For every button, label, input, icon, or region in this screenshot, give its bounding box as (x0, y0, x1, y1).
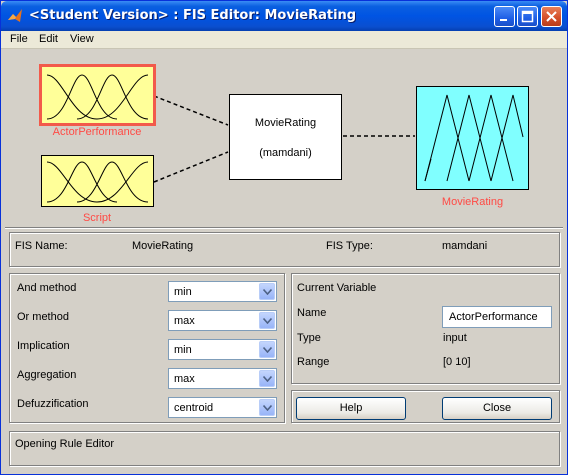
input-actorperformance-box[interactable] (39, 64, 156, 126)
defuzzification-value: centroid (174, 402, 214, 414)
aggregation-select[interactable]: max (168, 368, 277, 389)
divider (5, 227, 563, 229)
fis-system-box[interactable]: MovieRating (mamdani) (229, 94, 342, 180)
or-method-value: max (174, 315, 195, 327)
menu-bar: File Edit View (1, 31, 567, 49)
or-method-label: Or method (17, 311, 69, 323)
fis-info-panel: FIS Name: MovieRating FIS Type: mamdani (9, 232, 560, 267)
aggregation-label: Aggregation (17, 369, 77, 381)
and-method-label: And method (17, 282, 77, 294)
triangular-membership-icon (424, 94, 524, 182)
system-type: (mamdani) (259, 147, 312, 159)
help-button[interactable]: Help (296, 397, 406, 420)
menu-edit[interactable]: Edit (39, 33, 58, 45)
implication-select[interactable]: min (168, 339, 277, 360)
matlab-logo-icon (7, 8, 23, 24)
title-bar[interactable]: <Student Version> : FIS Editor: MovieRat… (1, 1, 567, 31)
defuzzification-label: Defuzzification (17, 398, 89, 410)
status-text: Opening Rule Editor (15, 438, 115, 450)
minimize-button[interactable] (494, 6, 515, 27)
fis-type-label: FIS Type: (326, 240, 373, 252)
maximize-button[interactable] (517, 6, 538, 27)
aggregation-value: max (174, 373, 195, 385)
variable-type-label: Type (297, 332, 321, 344)
input-label-script: Script (82, 212, 112, 224)
menu-view[interactable]: View (70, 33, 94, 45)
chevron-down-icon[interactable] (259, 341, 275, 358)
chevron-down-icon[interactable] (259, 399, 275, 416)
membership-curves-icon (46, 74, 149, 120)
variable-name-field[interactable] (442, 306, 552, 328)
or-method-select[interactable]: max (168, 310, 277, 331)
window-title: <Student Version> : FIS Editor: MovieRat… (29, 8, 357, 23)
fis-name-label: FIS Name: (15, 240, 68, 252)
input-label-actorperformance: ActorPerformance (52, 126, 142, 138)
implication-label: Implication (17, 340, 70, 352)
chevron-down-icon[interactable] (259, 283, 275, 300)
and-method-select[interactable]: min (168, 281, 277, 302)
fis-name-value: MovieRating (132, 240, 194, 252)
variable-name-label: Name (297, 307, 327, 319)
status-panel: Opening Rule Editor (9, 431, 560, 466)
chevron-down-icon[interactable] (259, 312, 275, 329)
menu-file[interactable]: File (10, 33, 28, 45)
fis-type-value: mamdani (442, 240, 488, 252)
implication-value: min (174, 344, 192, 356)
fis-diagram: ActorPerformance Script MovieRating (mam… (2, 50, 566, 227)
variable-name-input[interactable] (443, 307, 551, 327)
input-script-box[interactable] (41, 155, 154, 207)
current-variable-title: Current Variable (297, 282, 377, 294)
fis-editor-window: <Student Version> : FIS Editor: MovieRat… (0, 0, 568, 475)
output-label-movierating: MovieRating (441, 196, 504, 208)
close-window-button[interactable] (541, 6, 562, 27)
chevron-down-icon[interactable] (259, 370, 275, 387)
system-name: MovieRating (254, 117, 317, 129)
output-movierating-box[interactable] (416, 86, 529, 190)
close-button[interactable]: Close (442, 397, 552, 420)
variable-range-value: [0 10] (443, 356, 471, 368)
current-variable-panel: Current Variable Name Type input Range [… (291, 273, 560, 384)
and-method-value: min (174, 286, 192, 298)
variable-range-label: Range (297, 356, 330, 368)
membership-curves-icon (46, 161, 149, 203)
variable-type-value: input (443, 332, 467, 344)
defuzzification-select[interactable]: centroid (168, 397, 277, 418)
